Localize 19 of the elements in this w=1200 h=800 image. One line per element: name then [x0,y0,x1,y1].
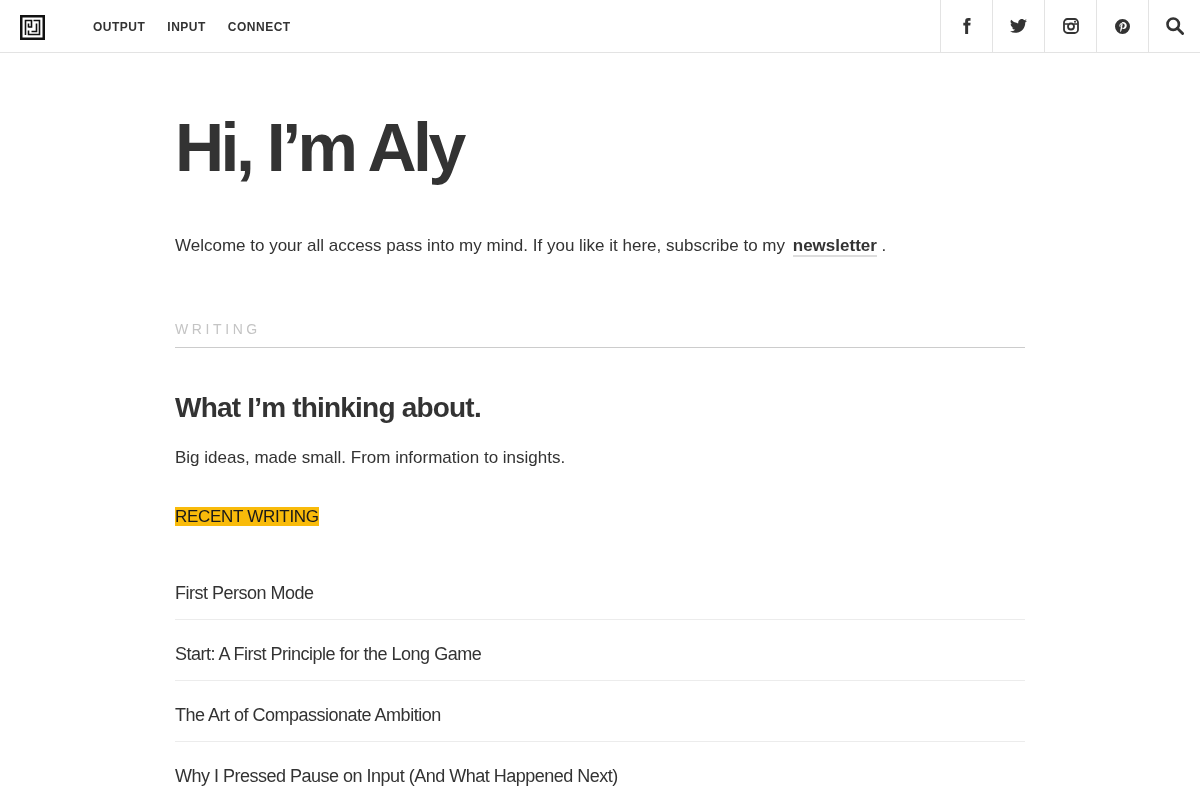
nav-link[interactable]: CONNECT [227,17,291,35]
logo-icon[interactable] [20,15,45,40]
facebook-icon [962,18,971,34]
nav-link[interactable]: OUTPUT [93,17,146,35]
section-heading: What I’m thinking about. [175,390,482,425]
post-link[interactable]: The Art of Compassionate Ambition [175,705,441,725]
newsletter-link[interactable]: newsletter [792,236,877,257]
nav-link[interactable]: INPUT [167,17,206,35]
search-icon [1165,17,1184,35]
post-link[interactable]: Why I Pressed Pause on Input (And What Happened Next) [175,766,618,786]
pinterest-icon [1115,18,1130,34]
twitter-icon [1010,19,1027,33]
instagram-icon [1062,18,1079,34]
section-label: WRITING [175,320,261,337]
post-link[interactable]: First Person Mode [175,583,314,603]
intro-paragraph: Welcome to your all access pass into my mind. If you like it here, subscribe to my newsletter . [175,235,888,259]
highlighted-label: RECENT WRITING [175,507,319,526]
post-link[interactable]: Start: A First Principle for the Long Game [175,644,482,664]
section-subheading: Big ideas, made small. From information to insights. [175,446,567,469]
